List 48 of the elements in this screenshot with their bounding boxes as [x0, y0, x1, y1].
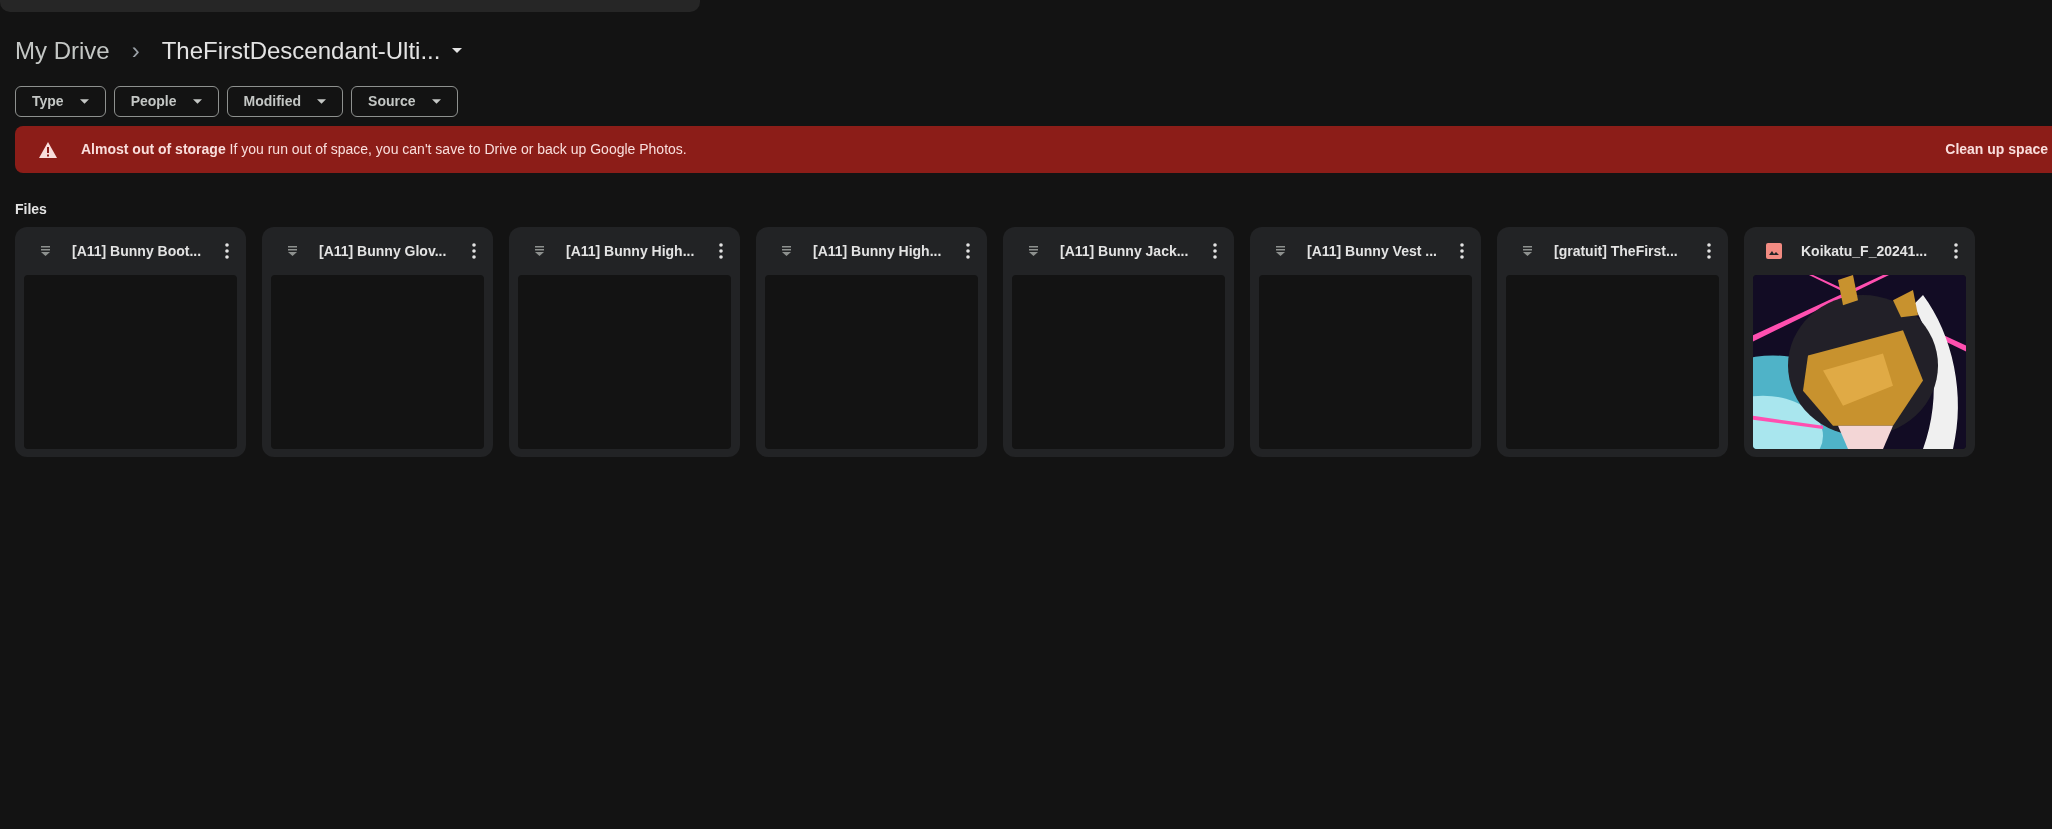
- file-name: [A11] Bunny Boot...: [72, 241, 203, 261]
- file-card[interactable]: [A11] Bunny Glov...: [262, 227, 493, 457]
- filter-chip[interactable]: People: [113, 86, 219, 117]
- file-name: [gratuit] TheFirst...: [1554, 241, 1679, 261]
- more-options-icon[interactable]: [1213, 243, 1217, 259]
- file-card[interactable]: [gratuit] TheFirst...: [1497, 227, 1728, 457]
- more-options-icon[interactable]: [1954, 243, 1958, 259]
- warning-icon: [39, 141, 57, 158]
- file-card[interactable]: [A11] Bunny Boot...: [15, 227, 246, 457]
- caret-icon: [317, 99, 327, 104]
- file-name: [A11] Bunny High...: [566, 241, 696, 261]
- breadcrumb-separator: ›: [131, 36, 140, 66]
- file-card[interactable]: [A11] Bunny High...: [756, 227, 987, 457]
- breadcrumb-link[interactable]: My Drive: [15, 33, 110, 69]
- section-title: Files: [15, 201, 47, 217]
- file-card[interactable]: Koikatu_F_20241...: [1744, 227, 1975, 457]
- file-name: Koikatu_F_20241...: [1801, 241, 1929, 261]
- more-options-icon[interactable]: [719, 243, 723, 259]
- filter-chip[interactable]: Modified: [226, 86, 344, 117]
- file-name: [A11] Bunny Glov...: [319, 241, 448, 261]
- caret-icon: [452, 48, 463, 54]
- more-options-icon[interactable]: [1707, 243, 1711, 259]
- file-name: [A11] Bunny High...: [813, 241, 943, 261]
- file-name: [A11] Bunny Vest ...: [1307, 241, 1438, 261]
- more-options-icon[interactable]: [966, 243, 970, 259]
- storage-warning-text: Almost out of storage If you run out of space, you can't save to Drive or back up Google Photos.: [81, 140, 687, 159]
- more-options-icon[interactable]: [1460, 243, 1464, 259]
- file-lines-icon: [287, 246, 297, 256]
- clean-up-space-link[interactable]: Clean up space: [1945, 139, 2048, 160]
- file-lines-icon: [40, 246, 50, 256]
- more-options-icon[interactable]: [472, 243, 476, 259]
- file-card[interactable]: [A11] Bunny High...: [509, 227, 740, 457]
- file-lines-icon: [1028, 246, 1038, 256]
- filter-chip[interactable]: Type: [15, 86, 106, 117]
- file-lines-icon: [1522, 246, 1532, 256]
- filter-chip[interactable]: Source: [351, 86, 458, 117]
- more-options-icon[interactable]: [225, 243, 229, 259]
- caret-icon: [192, 99, 202, 104]
- file-lines-icon: [1275, 246, 1285, 256]
- file-name: [A11] Bunny Jack...: [1060, 241, 1190, 261]
- file-lines-icon: [534, 246, 544, 256]
- image-file-icon: [1766, 243, 1782, 259]
- caret-icon: [79, 99, 89, 104]
- file-lines-icon: [781, 246, 791, 256]
- folder-title-button[interactable]: TheFirstDescendant-Ulti...: [161, 33, 463, 69]
- file-card[interactable]: [A11] Bunny Jack...: [1003, 227, 1234, 457]
- file-card[interactable]: [A11] Bunny Vest ...: [1250, 227, 1481, 457]
- caret-icon: [431, 99, 441, 104]
